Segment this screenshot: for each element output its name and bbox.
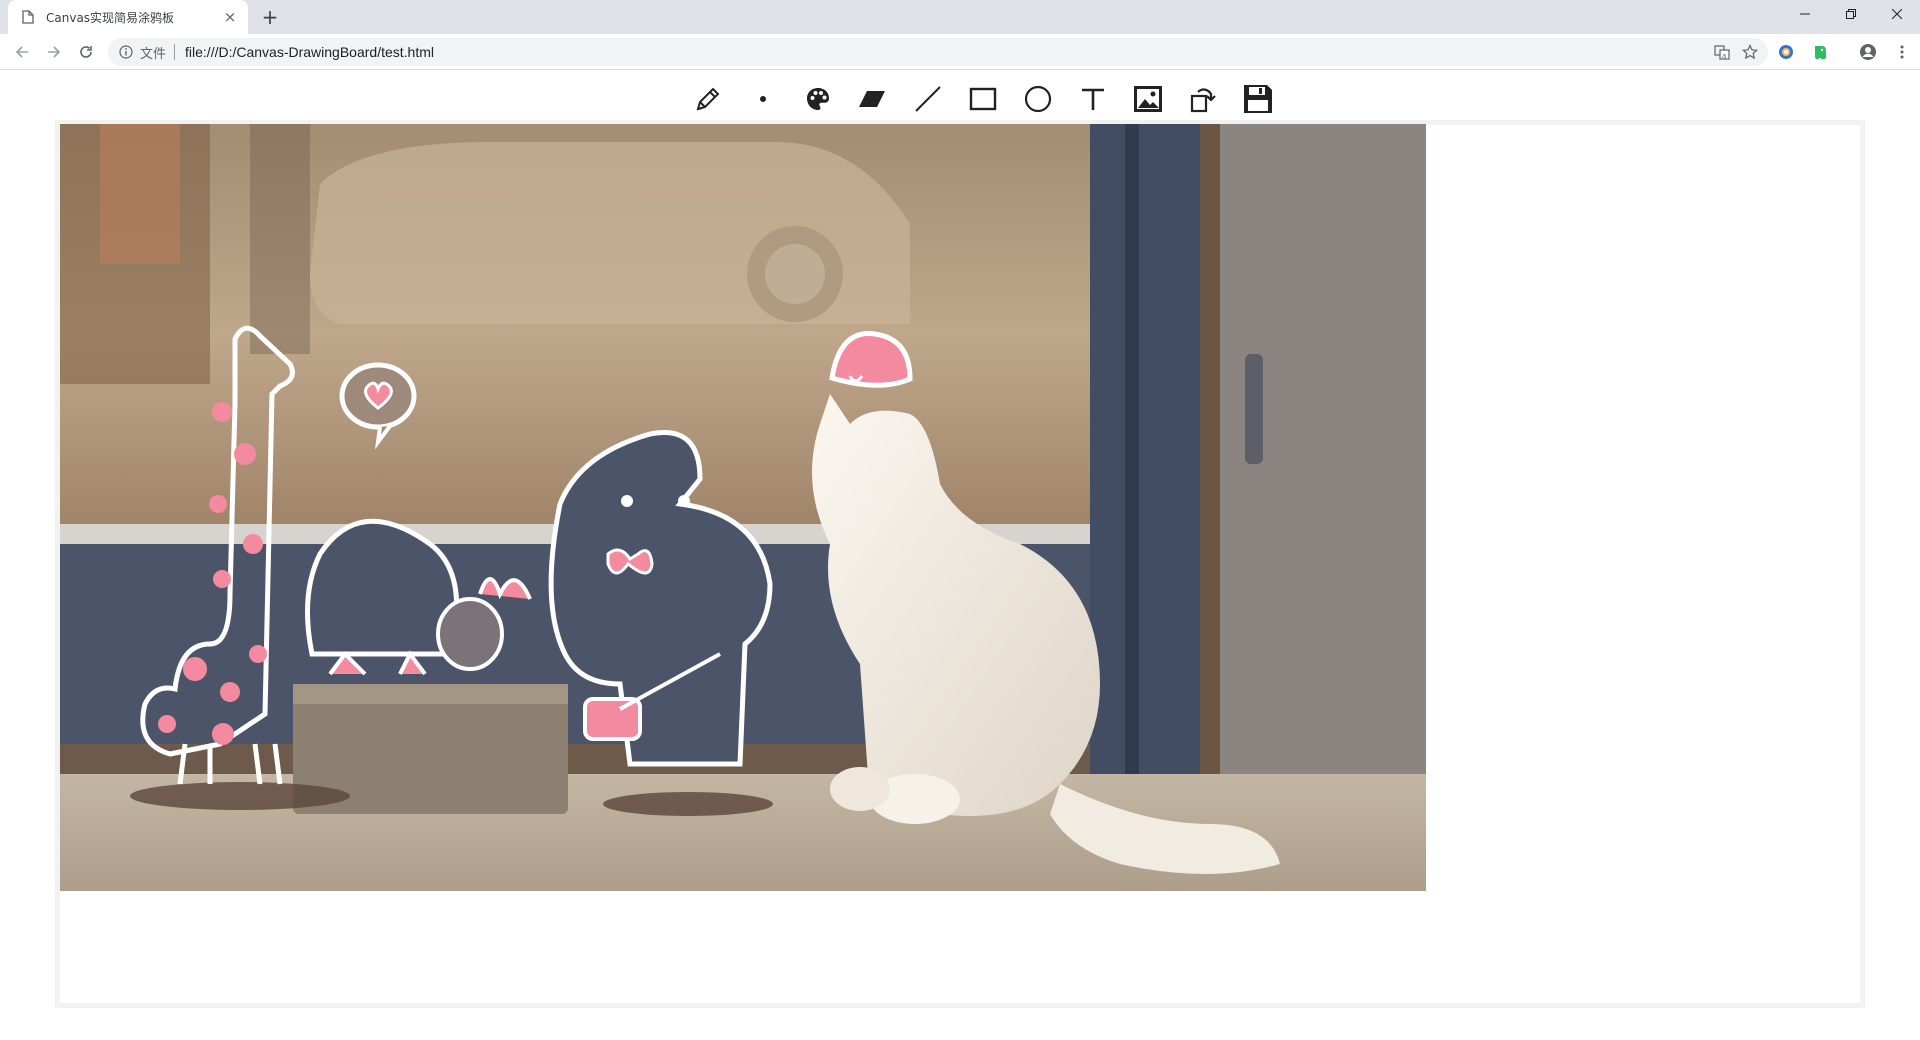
omnibox-divider: [174, 44, 176, 60]
drawing-toolbar: [690, 80, 1295, 118]
brush-size-dot-icon[interactable]: [745, 81, 781, 117]
extension-globe-icon[interactable]: [1774, 40, 1798, 64]
image-icon[interactable]: [1130, 81, 1166, 117]
save-icon[interactable]: [1240, 81, 1276, 117]
browser-tab[interactable]: Canvas实现简易涂鸦板 ×: [8, 0, 248, 34]
line-icon[interactable]: [910, 81, 946, 117]
site-info-icon[interactable]: [118, 44, 134, 60]
svg-text:a: a: [1722, 52, 1726, 60]
profile-avatar-icon[interactable]: [1856, 40, 1880, 64]
browser-tab-strip: Canvas实现简易涂鸦板 × +: [0, 0, 1920, 34]
cat-doodle-image: [60, 124, 1426, 891]
canvas-photo: [60, 124, 1426, 891]
extensions-area: [1774, 40, 1914, 64]
rectangle-icon[interactable]: [965, 81, 1001, 117]
back-icon[interactable]: [10, 40, 34, 64]
circle-icon[interactable]: [1020, 81, 1056, 117]
scheme-label: 文件: [140, 46, 167, 62]
bookmark-star-icon[interactable]: [1742, 44, 1758, 60]
browser-menu-icon[interactable]: [1890, 40, 1914, 64]
text-icon[interactable]: [1075, 81, 1111, 117]
tab-title: Canvas实现简易涂鸦板: [46, 10, 175, 25]
reload-icon[interactable]: [74, 40, 98, 64]
pencil-icon[interactable]: [690, 81, 726, 117]
palette-icon[interactable]: [800, 81, 836, 117]
window-controls: [1782, 0, 1920, 28]
page-icon: [20, 9, 36, 25]
restore-icon[interactable]: [1828, 0, 1874, 28]
browser-toolbar: 文件 file:///D:/Canvas-DrawingBoard/test.h…: [0, 34, 1920, 70]
address-bar[interactable]: 文件 file:///D:/Canvas-DrawingBoard/test.h…: [108, 38, 1768, 66]
translate-icon[interactable]: a: [1714, 44, 1730, 60]
minimize-icon[interactable]: [1782, 0, 1828, 28]
forward-icon[interactable]: [42, 40, 66, 64]
eraser-icon[interactable]: [855, 81, 891, 117]
evernote-icon[interactable]: [1808, 40, 1832, 64]
undo-rotate-icon[interactable]: [1185, 81, 1221, 117]
tab-close-icon[interactable]: ×: [222, 8, 238, 26]
url-text[interactable]: file:///D:/Canvas-DrawingBoard/test.html: [185, 44, 434, 60]
close-window-icon[interactable]: [1874, 0, 1920, 28]
new-tab-button[interactable]: +: [256, 5, 284, 29]
